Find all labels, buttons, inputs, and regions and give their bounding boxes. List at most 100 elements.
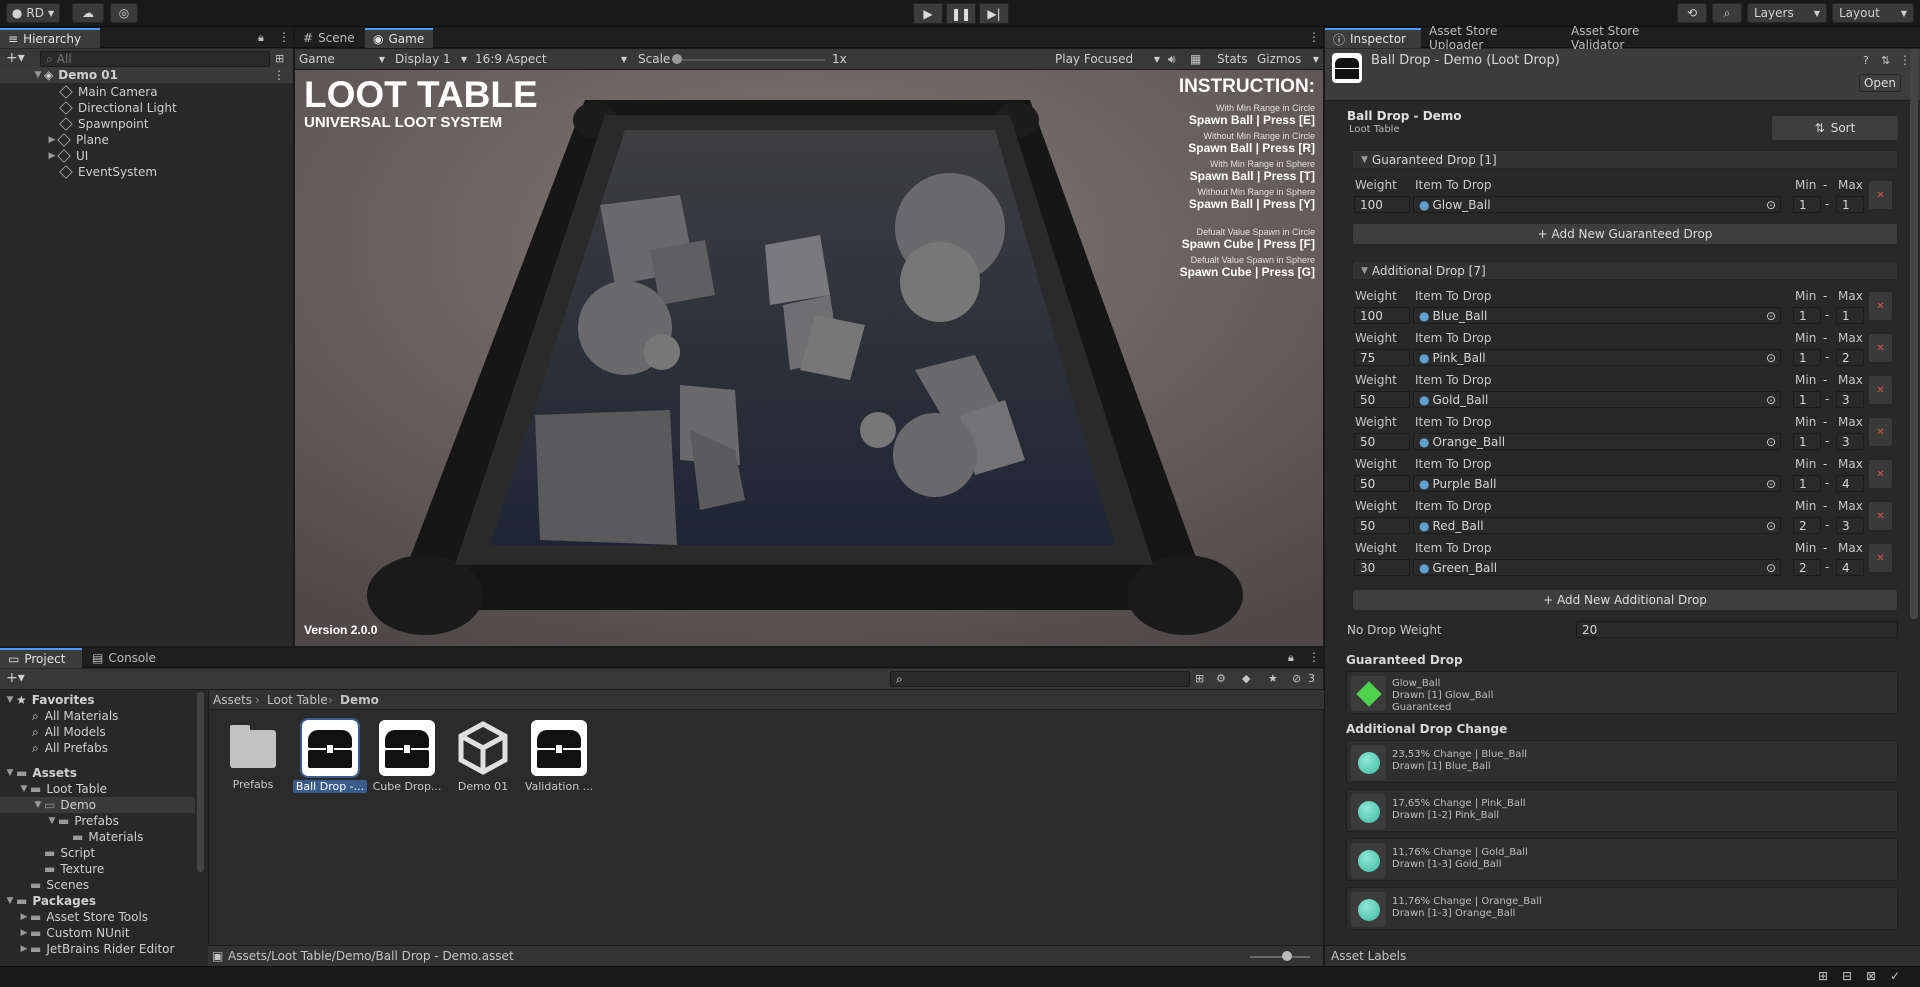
tab-game[interactable]: ◉ Game <box>365 28 433 48</box>
max-field[interactable]: 1 <box>1836 307 1864 324</box>
chevron-right-icon[interactable]: ▶ <box>18 928 30 938</box>
max-field[interactable]: 1 <box>1836 196 1864 213</box>
max-field[interactable]: 3 <box>1836 517 1864 534</box>
add-icon[interactable]: +▾ <box>6 50 25 66</box>
chevron-down-icon[interactable]: ▼ <box>4 695 16 705</box>
max-field[interactable]: 2 <box>1836 349 1864 366</box>
tree-assets[interactable]: ▼ ▬ Assets <box>4 765 77 781</box>
tree-all-materials[interactable]: ⌕ All Materials <box>32 708 118 724</box>
scale-slider-handle[interactable] <box>672 54 682 64</box>
chevron-right-icon[interactable]: ▶ <box>18 944 30 954</box>
weight-field[interactable]: 50 <box>1354 433 1410 450</box>
lock-icon[interactable]: 🔒︎ <box>258 31 264 45</box>
tree-item-directional-light[interactable]: Directional Light <box>59 100 177 116</box>
account-dropdown[interactable]: ● RD ▼ <box>6 3 60 23</box>
search-by-type-icon[interactable]: ⊞ <box>1195 672 1204 685</box>
breadcrumb-item[interactable]: Demo <box>340 693 379 707</box>
weight-field[interactable]: 30 <box>1354 559 1410 576</box>
weight-field[interactable]: 100 <box>1354 307 1410 324</box>
tree-materials[interactable]: ▬ Materials <box>72 829 143 845</box>
tree-item-spawnpoint[interactable]: Spawnpoint <box>59 116 149 132</box>
additional-foldout[interactable]: ▼ Additional Drop [7] <box>1352 261 1898 280</box>
min-field[interactable]: 2 <box>1793 559 1821 576</box>
object-picker-icon[interactable]: ⊙ <box>1766 309 1776 323</box>
audio-icon[interactable]: 🔊︎ <box>1168 52 1176 67</box>
min-field[interactable]: 1 <box>1793 391 1821 408</box>
tree-scrollbar[interactable] <box>197 692 204 872</box>
tree-all-models[interactable]: ⌕ All Models <box>32 724 106 740</box>
more-icon[interactable]: ⋮ <box>278 30 290 44</box>
chevron-right-icon[interactable]: ▶ <box>18 912 30 922</box>
remove-button[interactable]: ✕ <box>1868 291 1893 321</box>
min-field[interactable]: 1 <box>1793 307 1821 324</box>
gallery-icon[interactable]: ▦ <box>1190 52 1201 66</box>
chevron-down-icon[interactable]: ▼ <box>18 784 30 794</box>
remove-button[interactable]: ✕ <box>1868 417 1893 447</box>
label-icon[interactable]: ◆ <box>1242 672 1250 685</box>
tree-scenes[interactable]: ▬ Scenes <box>30 877 89 893</box>
aspect-dropdown[interactable]: 16:9 Aspect ▼ <box>475 51 627 67</box>
breadcrumb-item[interactable]: Assets <box>213 693 252 707</box>
more-icon[interactable]: ⋮ <box>273 68 285 82</box>
max-field[interactable]: 3 <box>1836 391 1864 408</box>
tab-console[interactable]: ▤ Console <box>84 648 164 668</box>
star-icon[interactable]: ★ <box>1268 672 1278 685</box>
display-dropdown[interactable]: Display 1 ▼ <box>395 51 467 67</box>
min-field[interactable]: 2 <box>1793 517 1821 534</box>
collab-button[interactable]: ◎ <box>110 3 138 23</box>
layers-dropdown[interactable]: Layers ▼ <box>1747 3 1827 23</box>
max-field[interactable]: 3 <box>1836 433 1864 450</box>
item-field[interactable]: ● Pink_Ball ⊙ <box>1413 349 1781 366</box>
weight-field[interactable]: 50 <box>1354 517 1410 534</box>
asset-tile-validation[interactable]: Validation ... <box>522 720 596 793</box>
layout-dropdown[interactable]: Layout ▼ <box>1832 3 1914 23</box>
object-picker-icon[interactable]: ⊙ <box>1766 198 1776 212</box>
scene-row[interactable]: ▼ ◈ Demo 01 ⋮ <box>0 67 293 83</box>
network-icon[interactable]: ⊞ <box>1818 969 1828 983</box>
lock-icon[interactable]: 🔒︎ <box>1288 651 1294 665</box>
project-search-input[interactable]: ⌕ <box>890 671 1190 687</box>
hierarchy-search-input[interactable]: ⌕ All <box>40 51 270 67</box>
tree-item-ui[interactable]: ▶ UI <box>46 148 89 164</box>
weight-field[interactable]: 50 <box>1354 475 1410 492</box>
more-icon[interactable]: ⋮ <box>1308 30 1320 44</box>
icon-size-slider[interactable] <box>1250 956 1310 958</box>
object-picker-icon[interactable]: ⊙ <box>1766 393 1776 407</box>
help-icon[interactable]: ? <box>1863 54 1869 67</box>
asset-tile-cube-drop[interactable]: Cube Drop... <box>370 720 444 793</box>
item-field[interactable]: ● Green_Ball ⊙ <box>1413 559 1781 576</box>
filter-type-icon[interactable]: ⚙ <box>1216 672 1226 685</box>
max-field[interactable]: 4 <box>1836 559 1864 576</box>
tree-loot-table[interactable]: ▼ ▬ Loot Table <box>18 781 108 797</box>
tab-project[interactable]: ▭ Project <box>0 648 82 668</box>
tab-asset-store-validator[interactable]: Asset Store Validator <box>1563 24 1703 52</box>
cloud-button[interactable]: ☁ <box>72 3 104 23</box>
gizmos-dropdown[interactable]: Gizmos ▼ <box>1257 51 1319 67</box>
add-additional-button[interactable]: + Add New Additional Drop <box>1352 589 1898 611</box>
tree-item-plane[interactable]: ▶ Plane <box>46 132 109 148</box>
more-icon[interactable]: ⋮ <box>1308 650 1320 664</box>
step-button[interactable]: ▶| <box>979 3 1009 24</box>
chevron-down-icon[interactable]: ▼ <box>32 70 44 80</box>
item-field[interactable]: ● Blue_Ball ⊙ <box>1413 307 1781 324</box>
remove-button[interactable]: ✕ <box>1868 501 1893 531</box>
ok-icon[interactable]: ✓ <box>1890 969 1900 983</box>
scene-search-icon[interactable]: ⊞ <box>275 52 284 65</box>
item-field[interactable]: ● Gold_Ball ⊙ <box>1413 391 1781 408</box>
tree-all-prefabs[interactable]: ⌕ All Prefabs <box>32 740 108 756</box>
play-button[interactable]: ▶ <box>913 3 943 24</box>
weight-field[interactable]: 75 <box>1354 349 1410 366</box>
asset-tile-demo-scene[interactable]: Demo 01 <box>446 720 520 793</box>
no-drop-weight-field[interactable]: 20 <box>1576 621 1898 638</box>
remove-button[interactable]: ✕ <box>1868 375 1893 405</box>
object-picker-icon[interactable]: ⊙ <box>1766 561 1776 575</box>
weight-field[interactable]: 100 <box>1354 196 1410 213</box>
asset-tile-prefabs[interactable]: Prefabs <box>216 720 290 791</box>
min-field[interactable]: 1 <box>1793 196 1821 213</box>
icon-size-slider-handle[interactable] <box>1282 951 1292 961</box>
add-guaranteed-button[interactable]: + Add New Guaranteed Drop <box>1352 223 1898 245</box>
game-mode-dropdown[interactable]: Game ▼ <box>299 51 385 67</box>
asset-tile-ball-drop[interactable]: Ball Drop -... <box>293 718 367 793</box>
guaranteed-foldout[interactable]: ▼ Guaranteed Drop [1] <box>1352 150 1898 169</box>
remove-button[interactable]: ✕ <box>1868 459 1893 489</box>
